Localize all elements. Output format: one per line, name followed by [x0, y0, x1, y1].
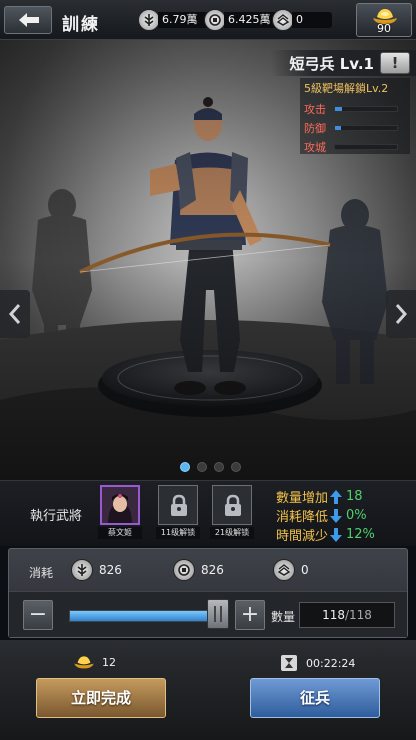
wood-icon	[273, 559, 295, 581]
arrow-down-icon	[330, 508, 342, 523]
grain-icon	[138, 9, 160, 31]
training-time: 00:22:24	[280, 654, 355, 672]
wood-icon	[272, 9, 294, 31]
minus-icon: −	[28, 602, 48, 627]
lock-icon	[225, 494, 241, 516]
bonus-label: 時間減少	[276, 529, 329, 544]
unit-display-scene: 短弓兵 Lv.1 ! 5級靶場解鎖Lv.2 攻击 防御 攻城	[0, 40, 416, 480]
quantity-slider-thumb[interactable]	[207, 599, 229, 629]
plus-icon: +	[240, 602, 260, 627]
quantity-input[interactable]: 118/118	[299, 602, 395, 628]
general-row: 執行武將 蔡文姬 11级解锁 21级解锁 數量增加 18 消耗降低 0% 時間減…	[0, 480, 416, 546]
decrease-quantity-button[interactable]: −	[23, 600, 53, 630]
wood-resource[interactable]: 0	[272, 9, 332, 31]
quantity-slider-row: − + 數量 118/118	[9, 591, 407, 637]
bonus-quantity: 數量增加 18	[276, 487, 363, 506]
quantity-current: 118	[322, 608, 345, 622]
increase-quantity-button[interactable]: +	[235, 600, 265, 630]
bonus-label: 消耗降低	[276, 510, 329, 525]
cost-wood: 0	[273, 559, 309, 581]
bonus-label: 數量增加	[276, 491, 329, 506]
coin-resource[interactable]: 6.425萬	[204, 9, 277, 31]
bonus-value: 18	[346, 489, 363, 504]
back-arrow-icon	[19, 13, 39, 27]
bonus-time: 時間減少 12%	[276, 525, 375, 544]
grain-value: 6.79萬	[158, 12, 208, 28]
grain-resource[interactable]: 6.79萬	[138, 9, 208, 31]
unlock-text: 5級靶場解鎖Lv.2	[304, 82, 389, 95]
bonus-value: 0%	[346, 508, 367, 523]
quantity-slider-fill	[70, 611, 228, 621]
recruit-button[interactable]: 征兵	[250, 678, 380, 718]
instant-gold-cost: 12	[102, 655, 116, 669]
cost-coin: 826	[173, 559, 224, 581]
arrow-up-icon	[330, 489, 342, 504]
hourglass-icon	[281, 655, 297, 671]
page-dot[interactable]	[214, 462, 224, 472]
stat-defense: 防御	[304, 118, 406, 137]
slot-unlock-caption: 21级解锁	[210, 527, 254, 539]
hero-portrait	[102, 487, 138, 523]
coin-value: 6.425萬	[224, 12, 277, 28]
chevron-left-icon	[8, 304, 21, 324]
bonus-cost: 消耗降低 0%	[276, 506, 367, 525]
cost-value: 826	[99, 563, 122, 577]
stat-label: 防御	[304, 121, 326, 135]
arrow-down-icon	[330, 527, 342, 542]
stat-attack: 攻击	[304, 99, 406, 118]
unit-stats-panel: 5級靶場解鎖Lv.2 攻击 防御 攻城	[300, 78, 410, 154]
chevron-right-icon	[395, 304, 408, 324]
quantity-max: /118	[344, 608, 372, 622]
general-label: 執行武將	[30, 509, 83, 524]
next-unit-button[interactable]	[386, 290, 416, 338]
coin-icon	[204, 9, 226, 31]
instant-complete-button[interactable]: 立即完成	[36, 678, 166, 718]
previous-unit-button[interactable]	[0, 290, 30, 338]
stat-siege: 攻城	[304, 137, 406, 156]
instant-cost: 12	[72, 654, 116, 670]
training-time-value: 00:22:24	[306, 656, 356, 670]
page-title: 訓練	[62, 15, 100, 35]
cost-grain: 826	[71, 559, 122, 581]
stat-fill	[335, 125, 342, 130]
quantity-label: 數量	[271, 610, 296, 624]
training-panel: 消耗 826 826 0 − + 數量 118/118	[8, 548, 408, 638]
general-slot-locked[interactable]	[212, 485, 252, 525]
stat-label: 攻击	[304, 102, 326, 116]
stat-bar	[334, 124, 398, 131]
stat-bar	[334, 143, 398, 150]
bonus-value: 12%	[346, 527, 375, 542]
quantity-slider[interactable]	[69, 610, 229, 622]
unit-name: 短弓兵 Lv.1	[289, 55, 374, 73]
hero-name: 蔡文姬	[98, 527, 142, 539]
stat-label: 攻城	[304, 140, 326, 154]
bottom-bar: 12 00:22:24 立即完成 征兵	[0, 640, 416, 740]
coin-icon	[173, 559, 195, 581]
gold-ingot-icon	[74, 656, 94, 669]
grain-icon	[71, 559, 93, 581]
cost-value: 0	[301, 563, 309, 577]
grip-icon	[214, 606, 222, 622]
general-slot-hero[interactable]	[100, 485, 140, 525]
slot-unlock-caption: 11级解锁	[156, 527, 200, 539]
back-button[interactable]	[4, 6, 52, 34]
general-slot-locked[interactable]	[158, 485, 198, 525]
cost-row: 消耗 826 826 0	[9, 549, 407, 591]
gold-balance-button[interactable]: 90	[356, 3, 412, 37]
gold-value: 90	[377, 22, 391, 35]
unit-info-button[interactable]: !	[380, 52, 410, 74]
stat-bar	[334, 105, 398, 112]
wood-value: 0	[292, 12, 332, 28]
top-bar: 訓練 6.79萬 6.425萬 0 90	[0, 0, 416, 40]
page-dot[interactable]	[180, 462, 190, 472]
page-dot[interactable]	[231, 462, 241, 472]
page-indicator	[180, 462, 241, 472]
stat-fill	[335, 106, 343, 111]
page-dot[interactable]	[197, 462, 207, 472]
unit-header: 短弓兵 Lv.1 !	[271, 50, 416, 76]
cost-label: 消耗	[29, 566, 54, 580]
lock-icon	[171, 494, 187, 516]
cost-value: 826	[201, 563, 224, 577]
